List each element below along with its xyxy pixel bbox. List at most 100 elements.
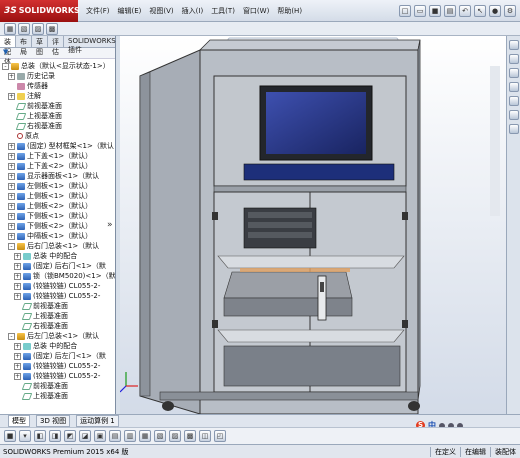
tree-item[interactable]: 原点	[0, 131, 115, 141]
save-icon[interactable]: ■	[4, 430, 16, 442]
menu-help[interactable]: 帮助(H)	[277, 6, 302, 16]
expand-icon[interactable]: +	[8, 192, 15, 200]
toolbar-btn-icon[interactable]: ▩	[46, 22, 58, 35]
menu-window[interactable]: 窗口(W)	[243, 6, 269, 16]
expand-icon[interactable]: +	[8, 212, 15, 220]
expand-icon[interactable]: +	[14, 272, 21, 280]
menu-view[interactable]: 视图(V)	[149, 6, 173, 16]
select-icon[interactable]: ↖	[474, 4, 486, 17]
tree-item[interactable]: 上视基准面	[0, 311, 115, 321]
tree-item[interactable]: + (固定) 后右门<1>（默	[0, 261, 115, 271]
expand-icon[interactable]: +	[14, 362, 21, 370]
menu-tools[interactable]: 工具(T)	[211, 6, 235, 16]
collapse-icon[interactable]: -	[8, 242, 15, 250]
tree-item[interactable]: + 上侧板<1>（默认）	[0, 191, 115, 201]
toolbar-btn-icon[interactable]: ▦	[139, 430, 151, 442]
toolbar-btn-icon[interactable]: ▾	[19, 430, 31, 442]
solidworks-logo[interactable]: 3S SOLIDWORKS	[0, 0, 80, 22]
tree-item[interactable]: - 总装（默认<显示状态-1>）	[0, 61, 115, 71]
tree-item[interactable]: + (铰链铰链) CL055-2-	[0, 361, 115, 371]
filter-icon[interactable]: ▼	[3, 48, 8, 56]
tree-item[interactable]: 前视基准面	[0, 101, 115, 111]
collapse-icon[interactable]: -	[8, 332, 15, 340]
view-palette-icon[interactable]	[508, 96, 519, 106]
tree-item[interactable]: 上视基准面	[0, 111, 115, 121]
tree-item[interactable]: + 左侧板<1>（默认）	[0, 181, 115, 191]
tree-item[interactable]: + 锁（锁BM5020)<1>（默	[0, 271, 115, 281]
tree-item[interactable]: 前视基准面	[0, 301, 115, 311]
toolbar-btn-icon[interactable]: ▧	[18, 22, 30, 35]
undo-icon[interactable]: ↶	[459, 4, 471, 17]
toolbar-btn-icon[interactable]: ▧	[154, 430, 166, 442]
tab-addins[interactable]: SOLIDWORKS 插件	[64, 36, 121, 54]
toolbar-btn-icon[interactable]: ▨	[169, 430, 181, 442]
tree-item[interactable]: 右视基准面	[0, 321, 115, 331]
expand-icon[interactable]: +	[8, 92, 15, 100]
tree-item[interactable]: + (铰链铰链) CL055-2-	[0, 291, 115, 301]
rebuild-icon[interactable]: ●	[489, 4, 501, 17]
expand-icon[interactable]: +	[14, 352, 21, 360]
tree-item[interactable]: 上视基准面	[0, 391, 115, 401]
expand-icon[interactable]: +	[14, 342, 21, 350]
toolbar-btn-icon[interactable]: ◨	[49, 430, 61, 442]
expand-icon[interactable]: +	[14, 262, 21, 270]
tab-assembly[interactable]: 装配体	[0, 36, 16, 66]
menu-insert[interactable]: 插入(I)	[182, 6, 204, 16]
design-library-icon[interactable]	[508, 68, 519, 78]
tree-item[interactable]: + 显示器面板<1>（默认	[0, 171, 115, 181]
print-icon[interactable]: ▤	[444, 4, 456, 17]
tree-item[interactable]: - 后右门总装<1>（默认	[0, 241, 115, 251]
tree-item[interactable]: + 下侧板<1>（默认）	[0, 211, 115, 221]
resources-icon[interactable]	[508, 54, 519, 64]
toolbar-btn-icon[interactable]: ▩	[184, 430, 196, 442]
expand-icon[interactable]: +	[8, 172, 15, 180]
tree-item[interactable]: + (铰链铰链) CL055-2-	[0, 371, 115, 381]
menu-edit[interactable]: 编辑(E)	[118, 6, 142, 16]
tree-item[interactable]: 前视基准面	[0, 381, 115, 391]
tree-item[interactable]: + (固定) 后左门<1>（默	[0, 351, 115, 361]
tree-item[interactable]: + 上下盖<2>（默认）	[0, 161, 115, 171]
toolbar-btn-icon[interactable]: ◩	[64, 430, 76, 442]
save-icon[interactable]: ■	[429, 4, 441, 17]
expand-icon[interactable]: +	[8, 72, 15, 80]
tree-item[interactable]: 右视基准面	[0, 121, 115, 131]
file-explorer-icon[interactable]	[508, 82, 519, 92]
toolbar-btn-icon[interactable]: ◧	[34, 430, 46, 442]
tree-item[interactable]: + 注解	[0, 91, 115, 101]
toolbar-btn-icon[interactable]: ◫	[199, 430, 211, 442]
collapse-panel-icon[interactable]: »	[107, 220, 113, 230]
home-icon[interactable]	[508, 40, 519, 50]
toolbar-btn-icon[interactable]: ◪	[79, 430, 91, 442]
expand-icon[interactable]: +	[8, 222, 15, 230]
tree-item[interactable]: + 总装 中的配合	[0, 251, 115, 261]
tree-item[interactable]: + (固定) 型材框架<1>（默认	[0, 141, 115, 151]
toolbar-btn-icon[interactable]: ▦	[4, 22, 16, 35]
toolbar-btn-icon[interactable]: ▥	[124, 430, 136, 442]
expand-icon[interactable]: +	[8, 162, 15, 170]
toolbar-btn-icon[interactable]: ▨	[32, 22, 44, 35]
options-icon[interactable]: ⚙	[504, 4, 516, 17]
tree-item[interactable]: + (铰链铰链) CL055-2-	[0, 281, 115, 291]
tree-item[interactable]: + 总装 中的配合	[0, 341, 115, 351]
graphics-area[interactable]	[120, 36, 506, 414]
appearances-icon[interactable]	[508, 110, 519, 120]
tree-item[interactable]: + 下侧板<2>（默认）	[0, 221, 115, 231]
tab-sketch[interactable]: 草图	[32, 36, 48, 56]
tab-model[interactable]: 模型	[8, 415, 30, 427]
expand-icon[interactable]: +	[14, 282, 21, 290]
expand-icon[interactable]: +	[14, 372, 21, 380]
tree-item[interactable]: + 上侧板<2>（默认）	[0, 201, 115, 211]
collapse-icon[interactable]: -	[2, 62, 9, 70]
toolbar-btn-icon[interactable]: ▣	[94, 430, 106, 442]
tree-item[interactable]: + 历史记录	[0, 71, 115, 81]
tree-item[interactable]: - 后左门总装<1>（默认	[0, 331, 115, 341]
expand-icon[interactable]: +	[8, 202, 15, 210]
toolbar-btn-icon[interactable]: ◰	[214, 430, 226, 442]
expand-icon[interactable]: +	[8, 152, 15, 160]
expand-icon[interactable]: +	[14, 252, 21, 260]
toolbar-btn-icon[interactable]: ▤	[109, 430, 121, 442]
tab-layout[interactable]: 布局	[16, 36, 32, 56]
expand-icon[interactable]: +	[14, 292, 21, 300]
tree-item[interactable]: + 上下盖<1>（默认）	[0, 151, 115, 161]
tab-3d-view[interactable]: 3D 视图	[36, 415, 71, 427]
